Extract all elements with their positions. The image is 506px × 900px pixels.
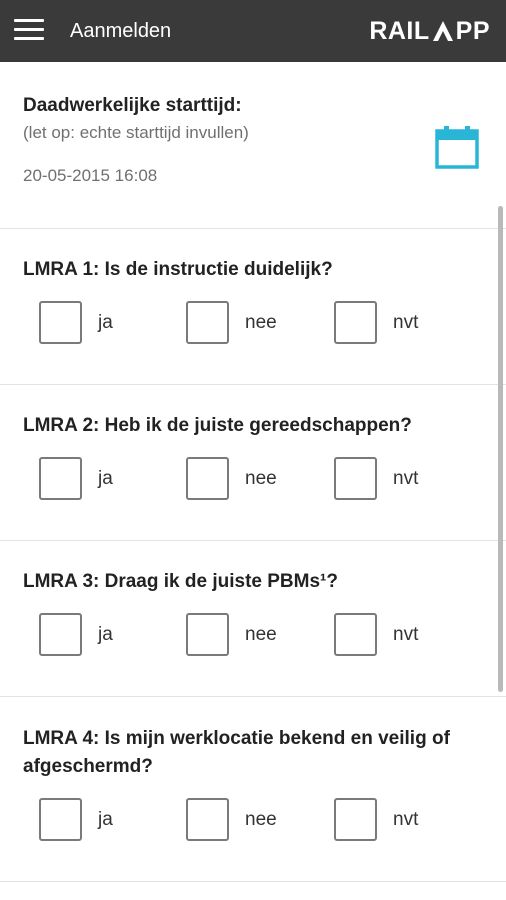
option-label: nvt [393,808,419,830]
option-label: nvt [393,311,419,333]
logo-a-mark-icon [432,21,453,41]
logo-text-right: PP [455,16,490,45]
start-time-label: Daadwerkelijke starttijd: [23,95,242,116]
calendar-icon[interactable] [434,124,480,170]
checkbox[interactable] [39,301,82,344]
scrollbar[interactable] [498,206,503,692]
option-label: ja [98,623,113,645]
checkbox[interactable] [334,613,377,656]
option-label: nee [245,467,277,489]
option-nvt[interactable]: nvt [334,301,418,344]
option-nvt[interactable]: nvt [334,613,418,656]
option-label: nvt [393,623,419,645]
option-label: nee [245,808,277,830]
option-ja[interactable]: ja [39,798,113,841]
option-label: nee [245,623,277,645]
checkbox[interactable] [186,457,229,500]
checkbox[interactable] [334,798,377,841]
option-nee[interactable]: nee [186,301,277,344]
option-label: nee [245,311,277,333]
option-nee[interactable]: nee [186,457,277,500]
lmra-question-3: LMRA 3: Draag ik de juiste PBMs¹? ja nee… [0,541,506,696]
lmra-question-4: LMRA 4: Is mijn werklocatie bekend en ve… [0,697,506,881]
option-label: nvt [393,467,419,489]
checkbox[interactable] [334,457,377,500]
option-label: ja [98,311,113,333]
start-time-hint: (let op: echte starttijd invullen) [23,123,249,142]
logo-text-left: RAIL [369,16,430,45]
option-ja[interactable]: ja [39,301,113,344]
checkbox[interactable] [39,798,82,841]
checkbox[interactable] [186,613,229,656]
start-time-section: Daadwerkelijke starttijd: (let op: echte… [0,62,506,228]
start-time-value: 20-05-2015 16:08 [23,166,158,185]
lmra-question-2: LMRA 2: Heb ik de juiste gereedschappen?… [0,385,506,540]
app-bar: Aanmelden RAIL PP [0,0,506,62]
checkbox[interactable] [186,301,229,344]
question-text: LMRA 1: Is de instructie duidelijk? [23,259,333,280]
option-ja[interactable]: ja [39,457,113,500]
option-ja[interactable]: ja [39,613,113,656]
question-text: LMRA 3: Draag ik de juiste PBMs¹? [23,571,338,592]
checkbox[interactable] [186,798,229,841]
question-text: LMRA 4: Is mijn werklocatie bekend en ve… [23,728,450,777]
checkbox[interactable] [39,457,82,500]
page-title: Aanmelden [70,20,172,42]
checkbox[interactable] [334,301,377,344]
option-nee[interactable]: nee [186,798,277,841]
option-nvt[interactable]: nvt [334,798,418,841]
railapp-logo: RAIL PP [369,16,490,46]
lmra-question-1: LMRA 1: Is de instructie duidelijk? ja n… [0,229,506,384]
question-text: LMRA 2: Heb ik de juiste gereedschappen? [23,415,412,436]
divider [0,881,506,882]
option-label: ja [98,467,113,489]
option-nvt[interactable]: nvt [334,457,418,500]
hamburger-menu-icon[interactable] [14,19,44,45]
checkbox[interactable] [39,613,82,656]
option-nee[interactable]: nee [186,613,277,656]
form-content: Daadwerkelijke starttijd: (let op: echte… [0,62,506,900]
option-label: ja [98,808,113,830]
